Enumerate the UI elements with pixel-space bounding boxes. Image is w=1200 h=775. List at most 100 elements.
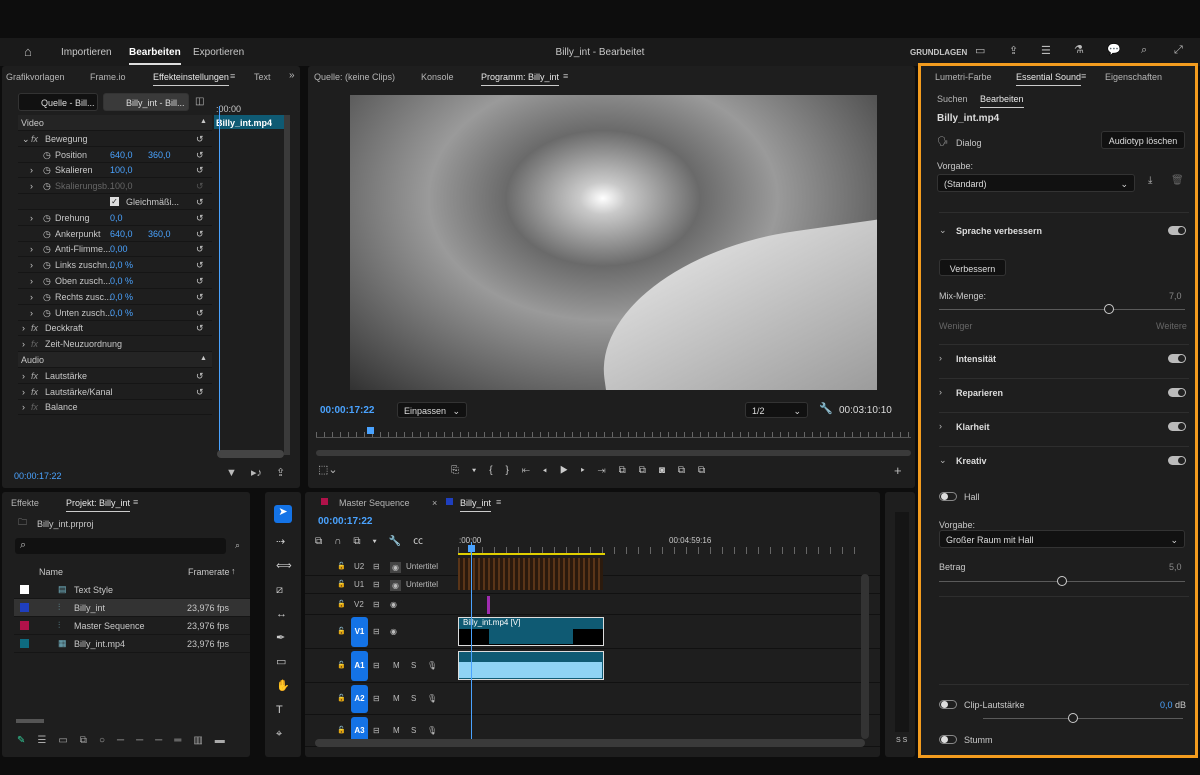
beta-icon[interactable]: ⚗ xyxy=(1074,45,1084,56)
effect-row[interactable]: ✓Gleichmäßi...↺ xyxy=(18,194,212,210)
solo-button[interactable]: S xyxy=(411,661,416,670)
chevron-right-icon[interactable]: › xyxy=(22,339,25,349)
share-icon[interactable]: ⇪ xyxy=(1009,46,1018,57)
save-preset-icon[interactable]: ⤓ xyxy=(1148,176,1152,186)
stopwatch-icon[interactable]: ◷ xyxy=(43,181,51,192)
chevron-down-icon[interactable]: ⌄ xyxy=(939,226,947,235)
reset-icon[interactable]: ↺ xyxy=(196,213,204,224)
mute-toggle[interactable] xyxy=(939,735,957,744)
property-value[interactable]: 100,0 xyxy=(110,165,133,175)
stopwatch-icon[interactable]: ◷ xyxy=(43,229,51,240)
reset-icon[interactable]: ↺ xyxy=(196,371,204,382)
tab-project[interactable]: Projekt: Billy_int xyxy=(66,498,130,512)
list-item[interactable]: ▦Billy_int.mp423,976 fps xyxy=(14,635,250,653)
timeline-tools[interactable]: ⧉∩⧉▾🔧㏄ xyxy=(315,532,435,547)
subtab-edit[interactable]: Bearbeiten xyxy=(980,94,1024,108)
chevron-right-icon[interactable]: › xyxy=(22,387,25,397)
home-icon[interactable]: ⌂ xyxy=(24,45,32,58)
checkbox[interactable]: ✓ xyxy=(110,197,119,206)
clip-volume-value[interactable]: 0,0 xyxy=(1160,700,1173,710)
tab-frameio[interactable]: Frame.io xyxy=(90,72,126,82)
solo-button[interactable]: S xyxy=(411,726,416,735)
lock-icon[interactable]: 🔓 xyxy=(337,661,346,669)
track-target[interactable]: A1 xyxy=(351,651,368,681)
lock-icon[interactable]: 🔓 xyxy=(337,694,346,702)
tab-program[interactable]: Programm: Billy_int xyxy=(481,72,559,86)
wrench-icon[interactable]: 🔧 xyxy=(819,404,833,415)
property-value[interactable]: 360,0 xyxy=(148,150,171,160)
creative-title[interactable]: Kreativ xyxy=(956,456,1200,466)
preset-dropdown[interactable]: (Standard)⌄ xyxy=(937,174,1135,192)
column-framerate[interactable]: Framerate xyxy=(188,567,230,577)
chevron-right-icon[interactable]: › xyxy=(30,213,33,223)
track-scrollbar[interactable] xyxy=(861,574,869,739)
effect-row[interactable]: ›◷Oben zusch...0,0 %↺ xyxy=(18,273,212,289)
search-help-icon[interactable]: ⌕ xyxy=(1141,45,1147,56)
eye-off-icon[interactable]: ◉ xyxy=(390,562,401,573)
fit-dropdown[interactable]: Einpassen⌄ xyxy=(397,402,467,418)
solo-button[interactable]: S xyxy=(411,694,416,703)
section-title[interactable]: Intensität xyxy=(956,354,1200,364)
mix-slider[interactable] xyxy=(939,309,1185,310)
reset-icon[interactable]: ↺ xyxy=(196,387,204,398)
menu-import[interactable]: Importieren xyxy=(61,47,112,58)
effect-row[interactable]: ›fxBalance xyxy=(18,399,212,415)
label-color[interactable] xyxy=(20,603,29,612)
reset-icon[interactable]: ↺ xyxy=(196,292,204,303)
property-value[interactable]: 640,0 xyxy=(110,150,133,160)
effect-row[interactable]: ›◷Anti-Flimme...0,00↺ xyxy=(18,241,212,257)
mute-button[interactable]: M xyxy=(393,726,400,735)
mix-slider-knob[interactable] xyxy=(1104,304,1114,314)
lock-icon[interactable]: 🔓 xyxy=(337,600,346,608)
reverb-toggle[interactable] xyxy=(939,492,957,501)
reset-icon[interactable]: ↺ xyxy=(196,229,204,240)
audio-clip[interactable] xyxy=(458,651,604,680)
tab-graphic-templates[interactable]: Grafikvorlagen xyxy=(6,72,65,82)
lock-icon[interactable]: 🔓 xyxy=(337,726,346,734)
property-value[interactable]: 0,0 % xyxy=(110,308,133,318)
stopwatch-icon[interactable]: ◷ xyxy=(43,244,51,255)
panel-menu-icon[interactable]: ≡ xyxy=(563,72,568,81)
chevron-right-icon[interactable]: › xyxy=(30,308,33,318)
collapse-icon[interactable]: ▲ xyxy=(200,355,207,362)
chevron-right-icon[interactable]: › xyxy=(22,371,25,381)
amount-slider[interactable] xyxy=(939,581,1185,582)
stopwatch-icon[interactable]: ◷ xyxy=(43,308,51,319)
property-value[interactable]: 640,0 xyxy=(110,229,133,239)
find-icon[interactable]: ⌕ xyxy=(235,541,240,550)
mic-icon[interactable]: 🎙 xyxy=(427,726,437,735)
video-clip[interactable]: Billy_int.mp4 [V] xyxy=(458,617,604,646)
effect-row[interactable]: ◷Ankerpunkt640,0360,0↺ xyxy=(18,226,212,242)
sequence-clip-tab[interactable]: Billy_int - Bill... xyxy=(103,93,189,111)
label-color[interactable] xyxy=(20,585,29,594)
toggle-timeline-icon[interactable]: ◫ xyxy=(195,97,204,107)
chevron-right-icon[interactable]: › xyxy=(30,276,33,286)
zoom-scrollbar[interactable] xyxy=(316,450,911,456)
section-toggle[interactable] xyxy=(1168,422,1186,431)
filter-icon[interactable]: ▼ xyxy=(226,468,237,479)
selection-tool[interactable]: ➤ xyxy=(274,505,292,523)
add-button-icon[interactable]: + xyxy=(894,464,902,477)
sync-icon[interactable]: ⊟ xyxy=(373,600,380,609)
lock-icon[interactable]: 🔓 xyxy=(337,562,346,570)
label-color[interactable] xyxy=(20,621,29,630)
chevron-right-icon[interactable]: › xyxy=(939,422,942,431)
section-title[interactable]: Reparieren xyxy=(956,388,1200,398)
program-timecode[interactable]: 00:00:17:22 xyxy=(320,405,374,416)
menu-edit[interactable]: Bearbeiten xyxy=(129,47,181,65)
enhance-speech-toggle[interactable] xyxy=(1168,226,1186,235)
audio-play-icon[interactable]: ▸♪ xyxy=(251,468,262,479)
clip-volume-toggle[interactable] xyxy=(939,700,957,709)
effect-row[interactable]: ›◷Drehung0,0↺ xyxy=(18,210,212,226)
section-title[interactable]: Klarheit xyxy=(956,422,1200,432)
delete-preset-icon[interactable]: 🗑 xyxy=(1171,176,1184,186)
amount-slider-knob[interactable] xyxy=(1057,576,1067,586)
property-value[interactable]: 0,00 xyxy=(110,244,128,254)
panel-menu-icon[interactable]: ≡ xyxy=(230,72,235,81)
work-area-bar[interactable] xyxy=(458,553,605,555)
more-panels-icon[interactable]: » xyxy=(289,71,295,81)
label-color[interactable] xyxy=(20,639,29,648)
panel-menu-icon[interactable]: ≡ xyxy=(496,498,501,507)
horizontal-scrollbar[interactable] xyxy=(217,450,284,458)
workspace-label[interactable]: GRUNDLAGEN xyxy=(910,48,967,57)
